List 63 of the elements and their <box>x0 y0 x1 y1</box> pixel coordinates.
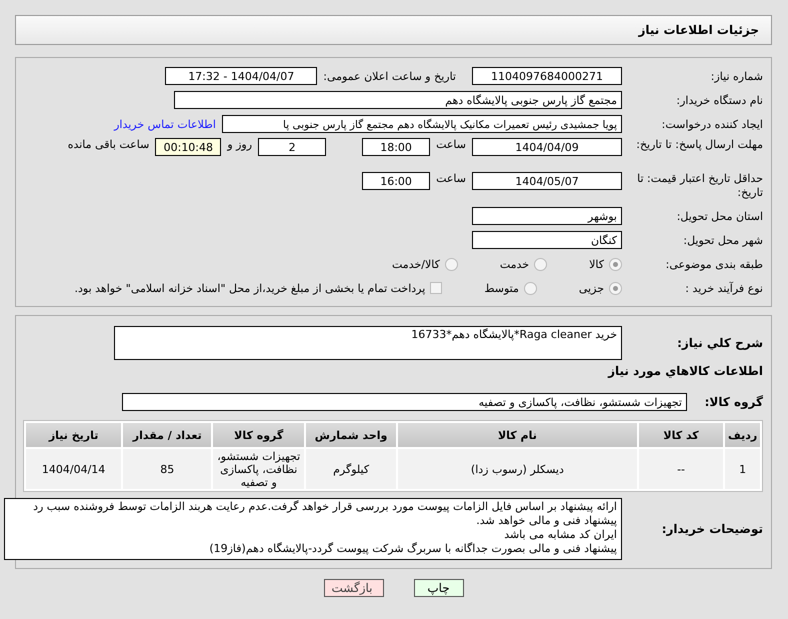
deadline-time-field: 18:00 <box>362 138 430 156</box>
field-label: شرح کلي نياز: <box>676 336 763 350</box>
province-field: بوشهر <box>472 207 622 225</box>
field-label: مهلت ارسال پاسخ: تا تاریخ: <box>635 138 763 152</box>
column-header: کد کالا <box>638 423 724 447</box>
buyer-contact-link[interactable]: اطلاعات تماس خریدار <box>114 118 216 130</box>
field-label: توضیحات خریدار: <box>660 522 763 536</box>
column-header: تعداد / مقدار <box>123 423 212 447</box>
city-field: کنگان <box>472 231 622 249</box>
buyer-org-field: مجتمع گاز پارس جنوبی پالایشگاه دهم <box>174 91 622 109</box>
table-cell: 85 <box>123 449 212 489</box>
option-label: خدمت <box>500 258 530 270</box>
table-cell: 1404/04/14 <box>26 449 122 489</box>
field-label: نام دستگاه خریدار: <box>675 94 763 106</box>
option-label: کالا/خدمت <box>392 258 440 270</box>
option-label: متوسط <box>484 282 519 294</box>
goods-group-field: تجهیزات شستشو، نظافت، پاکسازی و تصفیه <box>122 393 687 411</box>
requester-field: پویا جمشیدی رئیس تعمیرات مکانیک پالایشگاه دهم مجتمع گاز پارس جنوبی پا <box>222 115 622 133</box>
field-label: ایجاد کننده درخواست: <box>660 118 763 130</box>
radio-button[interactable] <box>609 282 622 294</box>
option-label: جزیی <box>578 282 604 294</box>
announce-date-field: 1404/04/07 - 17:32 <box>165 67 318 85</box>
deadline-date-field: 1404/04/09 <box>472 138 622 156</box>
radio-button[interactable] <box>524 282 537 294</box>
checkbox-label: پرداخت تمام یا بخشی از مبلغ خرید،از محل "اسناد خزانه اسلامی" خواهد بود. <box>74 282 426 294</box>
print-button[interactable]: چاپ <box>414 579 464 597</box>
need-number-field: 1104097684000271 <box>472 67 622 85</box>
table-cell: کیلوگرم <box>306 449 396 489</box>
radio-button[interactable] <box>534 258 548 270</box>
radio-button[interactable] <box>609 258 622 270</box>
remaining-label: ساعت باقی مانده <box>68 138 150 151</box>
column-header: تاریخ نیاز <box>26 423 122 447</box>
page-header: جزئیات اطلاعات نیاز <box>15 15 772 45</box>
remaining-time-field: 00:10:48 <box>155 138 222 156</box>
column-header: ردیف <box>725 423 760 447</box>
time-label: ساعت <box>436 138 466 151</box>
days-label: روز و <box>227 138 252 151</box>
column-header: گروه کالا <box>213 423 304 447</box>
field-label: استان محل تحویل: <box>676 210 763 222</box>
field-label: طبقه بندی موضوعی: <box>664 258 763 270</box>
checkbox[interactable] <box>430 282 442 294</box>
validity-date-field: 1404/05/07 <box>472 172 622 190</box>
validity-time-field: 16:00 <box>362 172 430 190</box>
field-label: نوع فرآیند خرید : <box>684 282 763 294</box>
section-title: اطلاعات کالاهاي مورد نياز <box>606 364 763 378</box>
field-label: شماره نیاز: <box>710 70 763 82</box>
column-header: واحد شمارش <box>306 423 396 447</box>
radio-button[interactable] <box>444 258 458 270</box>
buyer-notes-field: ارائه پیشنهاد بر اساس فایل الزامات پیوست مورد بررسی قرار خواهد گرفت.عدم رعایت هربند الزامات توسط فروشنده سبب رد پیشنهاد فنی و مالی خواهد شد. ایران کد مشابه می باشد پیشنهاد فنی و مالی بصورت جداگانه با سربرگ شرکت پیوست گردد-پالایشگاه دهم(فاز19) <box>4 498 622 560</box>
field-label: گروه کالا: <box>704 395 763 409</box>
field-label: تاریخ و ساعت اعلان عمومی: <box>323 70 456 82</box>
option-label: کالا <box>589 258 604 270</box>
field-label: حداقل تاریخ اعتبار قیمت: تا تاریخ: <box>636 172 763 200</box>
table-cell: تجهیزات شستشو، نظافت، پاکسازی و تصفیه <box>213 449 304 489</box>
days-field: 2 <box>258 138 326 156</box>
column-header: نام کالا <box>398 423 637 447</box>
table-cell: دیسکلر (رسوب زدا) <box>398 449 637 489</box>
table-cell: -- <box>638 449 724 489</box>
table-cell: 1 <box>725 449 760 489</box>
back-button[interactable]: بازگشت <box>324 579 384 597</box>
field-label: شهر محل تحویل: <box>682 234 763 246</box>
summary-field: خرید Raga cleaner*پالایشگاه دهم*16733 <box>114 326 622 360</box>
time-label: ساعت <box>436 172 466 185</box>
